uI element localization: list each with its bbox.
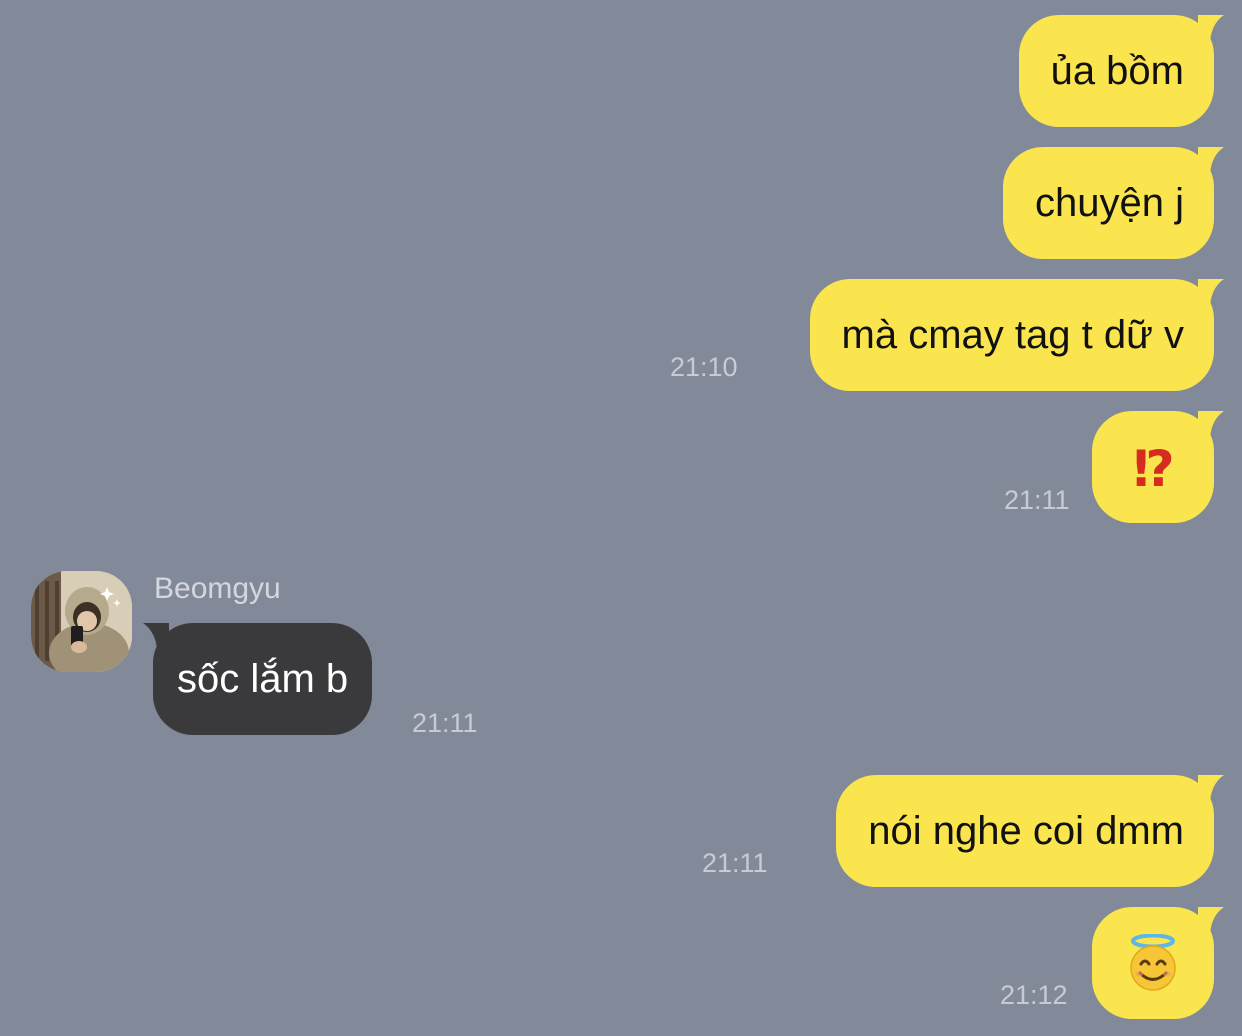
message-timestamp: 21:11 [412, 708, 478, 738]
bubble-tail-icon [143, 623, 169, 649]
interrobang-emoji-icon: ⁉ [1133, 440, 1174, 499]
sender-name: Beomgyu [154, 572, 281, 605]
avatar-photo-icon [31, 571, 132, 672]
bubble-tail-icon [1198, 147, 1224, 173]
bubble-tail-icon [1198, 907, 1224, 933]
outgoing-message-bubble[interactable]: chuyện j [1003, 147, 1224, 259]
bubble-tail-icon [1198, 15, 1224, 41]
message-timestamp: 21:12 [1000, 980, 1068, 1010]
smiling-face-with-halo-icon [1130, 934, 1176, 992]
outgoing-message-bubble[interactable]: mà cmay tag t dữ v [809, 279, 1224, 391]
avatar[interactable] [31, 571, 132, 672]
message-timestamp: 21:11 [1004, 485, 1070, 515]
bubble-tail-icon [1198, 775, 1224, 801]
incoming-message-bubble[interactable]: sốc lắm b [143, 623, 373, 735]
outgoing-message-bubble[interactable] [1092, 907, 1224, 1019]
message-text: ủa bồm [1050, 49, 1184, 93]
message-text: mà cmay tag t dữ v [841, 313, 1184, 357]
message-text: nói nghe coi dmm [868, 809, 1184, 853]
bubble-tail-icon [1198, 279, 1224, 305]
outgoing-message-bubble[interactable]: ⁉ [1092, 411, 1224, 523]
message-text: chuyện j [1035, 181, 1184, 225]
outgoing-message-bubble[interactable]: ủa bồm [1018, 15, 1224, 127]
bubble-tail-icon [1198, 411, 1224, 437]
message-text: sốc lắm b [177, 657, 349, 701]
message-timestamp: 21:11 [702, 848, 768, 878]
message-timestamp: 21:10 [670, 352, 738, 382]
outgoing-message-bubble[interactable]: nói nghe coi dmm [836, 775, 1224, 887]
